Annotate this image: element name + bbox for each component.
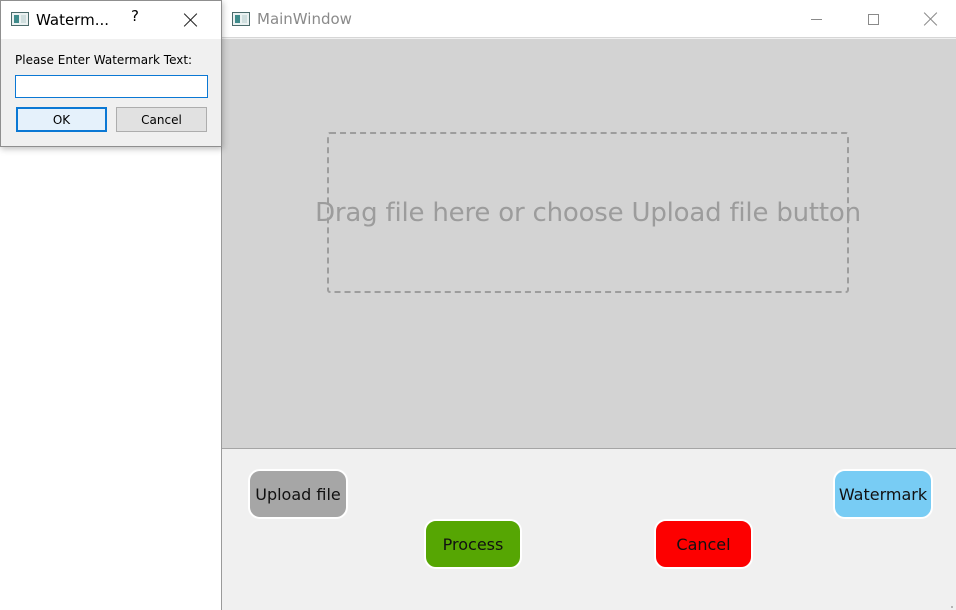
drop-zone[interactable]: Drag file here or choose Upload file but… (315, 132, 861, 293)
minimize-button[interactable] (793, 0, 839, 38)
drop-hint: Drag file here or choose Upload file but… (315, 197, 861, 228)
upload-file-button[interactable]: Upload file (248, 469, 348, 519)
close-icon (184, 13, 198, 27)
maximize-icon (867, 13, 879, 25)
drop-area[interactable]: Drag file here or choose Upload file but… (222, 39, 956, 449)
main-titlebar[interactable]: MainWindow (222, 0, 956, 38)
desktop: MainWindow Drag file here or choose Uplo… (0, 0, 956, 610)
resize-grip[interactable] (950, 605, 953, 608)
dialog-titlebar[interactable]: Waterm... ? (1, 1, 221, 39)
minimize-icon (810, 18, 822, 20)
window-title: MainWindow (257, 10, 352, 28)
dialog-app-icon (11, 12, 29, 26)
close-icon (924, 12, 938, 26)
close-button[interactable] (908, 0, 954, 38)
watermark-prompt-label: Please Enter Watermark Text: (15, 53, 193, 67)
process-button[interactable]: Process (424, 519, 522, 569)
ok-button[interactable]: OK (16, 107, 107, 132)
dialog-close-button[interactable] (171, 1, 211, 39)
dialog-cancel-button[interactable]: Cancel (116, 107, 207, 132)
dialog-title: Waterm... (36, 11, 109, 29)
watermark-dialog: Waterm... ? Please Enter Watermark Text:… (0, 0, 222, 147)
window-app-icon (232, 12, 250, 26)
watermark-button[interactable]: Watermark (833, 469, 933, 519)
help-icon[interactable]: ? (121, 7, 149, 33)
watermark-text-input[interactable] (15, 75, 208, 98)
cancel-button[interactable]: Cancel (654, 519, 753, 569)
main-window: MainWindow Drag file here or choose Uplo… (221, 0, 956, 610)
maximize-button[interactable] (850, 0, 896, 38)
